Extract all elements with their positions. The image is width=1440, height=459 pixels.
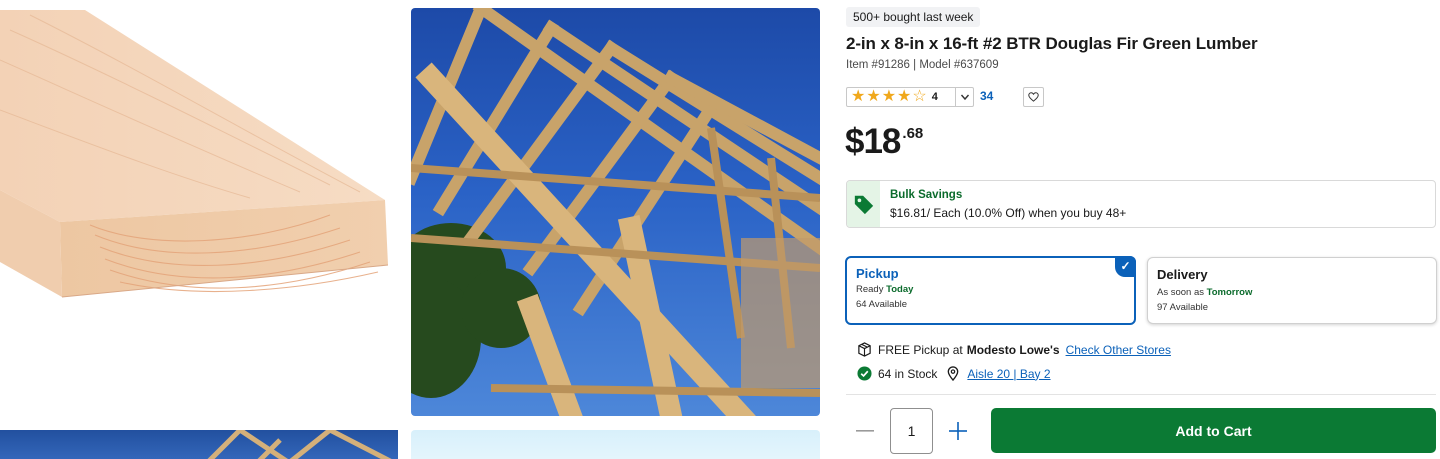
pickup-availability: 64 Available: [856, 299, 908, 310]
price-cents: .68: [902, 125, 924, 142]
location-pin-icon: [945, 366, 961, 381]
fulfillment-option-delivery[interactable]: Delivery As soon as Tomorrow 97 Availabl…: [1147, 257, 1437, 324]
package-icon: [856, 342, 872, 357]
pickup-prefix: FREE Pickup at: [878, 342, 963, 357]
product-image-lumber-board[interactable]: [0, 0, 398, 418]
bulk-savings-panel: Bulk Savings $16.81/ Each (10.0% Off) wh…: [846, 180, 1436, 228]
store-name: Modesto Lowe's: [966, 342, 1060, 357]
review-count-link[interactable]: 34: [980, 89, 993, 103]
product-title: 2-in x 8-in x 16-ft #2 BTR Douglas Fir G…: [846, 34, 1258, 53]
star-filled-icon: ★: [851, 88, 866, 105]
product-image-thumbnail-sky[interactable]: [411, 430, 820, 459]
chevron-down-icon[interactable]: [955, 88, 973, 106]
delivery-availability: 97 Available: [1157, 302, 1209, 313]
star-empty-icon: ☆: [912, 88, 927, 105]
rating-value: 4: [931, 91, 938, 103]
pickup-store-row: FREE Pickup at Modesto Lowe's Check Othe…: [856, 342, 1171, 357]
minus-icon: [856, 430, 874, 432]
star-filled-icon: ★: [897, 88, 912, 105]
bought-last-week-badge: 500+ bought last week: [846, 7, 981, 27]
add-to-cart-button[interactable]: Add to Cart: [991, 408, 1436, 453]
quantity-input[interactable]: [890, 408, 933, 454]
check-circle-icon: [856, 366, 872, 381]
quantity-decrease-button[interactable]: [852, 420, 878, 442]
favorite-button[interactable]: [1023, 87, 1044, 107]
star-rating: ★ ★ ★ ★ ☆: [847, 89, 927, 105]
plus-icon: [949, 422, 967, 440]
pickup-ready: Ready Today: [856, 284, 914, 295]
fulfillment-option-pickup[interactable]: Pickup Ready Today 64 Available ✓: [845, 256, 1136, 325]
pickup-title: Pickup: [856, 266, 899, 281]
star-filled-icon: ★: [881, 88, 897, 105]
stock-count: 64 in Stock: [878, 366, 938, 381]
aisle-bay-link[interactable]: Aisle 20 | Bay 2: [967, 367, 1050, 381]
item-model-number: Item #91286 | Model #637609: [846, 59, 999, 71]
bulk-savings-title: Bulk Savings: [890, 189, 963, 201]
price: $18 .68: [845, 121, 923, 163]
divider: [846, 394, 1436, 395]
product-image-thumbnail-trusses[interactable]: [0, 430, 398, 459]
checkmark-icon: ✓: [1115, 256, 1136, 277]
delivery-title: Delivery: [1157, 267, 1208, 282]
price-dollars: $18: [845, 122, 901, 161]
quantity-increase-button[interactable]: [945, 418, 971, 444]
stock-row: 64 in Stock Aisle 20 | Bay 2: [856, 366, 1051, 381]
heart-icon: [1028, 92, 1039, 102]
star-filled-icon: ★: [866, 88, 881, 105]
bulk-savings-text: $16.81/ Each (10.0% Off) when you buy 48…: [890, 206, 1127, 220]
rating-summary[interactable]: ★ ★ ★ ★ ☆ 4: [846, 87, 974, 107]
tag-icon: [847, 181, 880, 227]
product-image-roof-trusses[interactable]: [411, 8, 820, 416]
delivery-ready: As soon as Tomorrow: [1157, 287, 1253, 298]
check-other-stores-link[interactable]: Check Other Stores: [1066, 343, 1171, 357]
